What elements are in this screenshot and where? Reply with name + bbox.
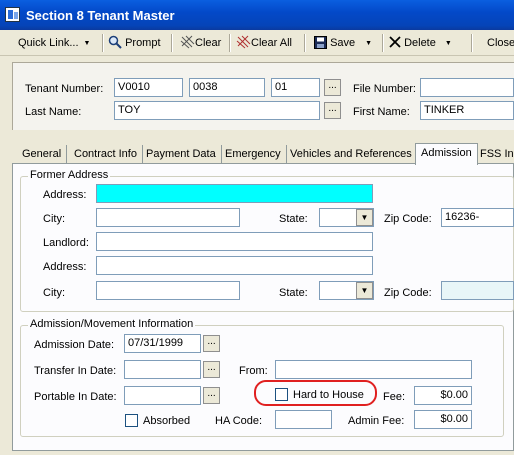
fee-field[interactable]: $0.00 (414, 386, 472, 405)
clear-button[interactable]: Clear (180, 35, 221, 51)
landlord-address-label: Address: (43, 261, 87, 273)
admin-fee-label: Admin Fee: (348, 415, 405, 427)
state-dropdown-icon[interactable]: ▼ (356, 209, 373, 226)
admin-fee-field[interactable]: $0.00 (414, 410, 472, 429)
toolbar-separator (102, 34, 103, 52)
address-label: Address: (43, 189, 87, 201)
last-name-lookup-button[interactable]: ... (324, 102, 341, 119)
hard-to-house-label: Hard to House (293, 389, 364, 401)
chevron-down-icon: ▼ (83, 40, 91, 47)
tenant-number-label: Tenant Number: (25, 83, 104, 95)
app-icon (5, 7, 20, 22)
delete-label: Delete (404, 37, 436, 49)
close-label: Close (487, 37, 514, 49)
ha-code-label: HA Code: (215, 415, 263, 427)
admission-date-label: Admission Date: (34, 339, 115, 351)
prompt-button[interactable]: Prompt (108, 35, 161, 51)
former-address-legend: Former Address (28, 169, 111, 181)
quick-link-label: Quick Link... (18, 37, 79, 49)
toolbar-separator (171, 34, 172, 52)
toolbar-separator (471, 34, 472, 52)
tenant-number-field-1[interactable]: V0010 (114, 78, 183, 97)
last-name-field[interactable]: TOY (114, 101, 320, 120)
first-name-field[interactable]: TINKER (420, 101, 514, 120)
landlord-address-field[interactable] (96, 256, 373, 275)
transfer-in-date-label: Transfer In Date: (34, 365, 117, 377)
delete-button[interactable]: Delete ▼ (389, 35, 452, 51)
toolbar-separator (304, 34, 305, 52)
from-field[interactable] (275, 360, 472, 379)
tab-emergency[interactable]: Emergency (220, 145, 287, 164)
first-name-label: First Name: (353, 106, 410, 118)
floppy-disk-icon (314, 36, 327, 49)
admission-movement-legend: Admission/Movement Information (28, 318, 196, 330)
from-label: From: (239, 365, 268, 377)
clear-all-button[interactable]: Clear All (236, 35, 292, 51)
landlord-city-field[interactable] (96, 281, 240, 300)
landlord-state-label: State: (279, 287, 308, 299)
save-label: Save (330, 37, 356, 49)
zip-code-label: Zip Code: (384, 213, 432, 225)
admission-date-picker-button[interactable]: ... (203, 335, 220, 352)
delete-x-icon (389, 36, 401, 48)
tab-general[interactable]: General (17, 145, 68, 164)
chevron-down-icon: ▼ (444, 40, 452, 47)
tab-contract-info[interactable]: Contract Info (69, 145, 143, 164)
landlord-city-label: City: (43, 287, 65, 299)
tab-fss[interactable]: FSS In (475, 145, 514, 164)
file-number-field[interactable] (420, 78, 514, 97)
city-field[interactable] (96, 208, 240, 227)
landlord-field[interactable] (96, 232, 373, 251)
landlord-zip-code-label: Zip Code: (384, 287, 432, 299)
absorbed-checkbox[interactable] (125, 414, 138, 427)
admission-date-field[interactable]: 07/31/1999 (124, 334, 201, 353)
landlord-label: Landlord: (43, 237, 89, 249)
transfer-in-date-picker-button[interactable]: ... (203, 361, 220, 378)
landlord-zip-code-field[interactable] (441, 281, 514, 300)
fee-label: Fee: (383, 391, 406, 403)
portable-in-date-picker-button[interactable]: ... (203, 387, 220, 404)
last-name-label: Last Name: (25, 106, 82, 118)
broom-icon (180, 35, 195, 49)
ha-code-field[interactable] (275, 410, 332, 429)
window-title: Section 8 Tenant Master (26, 8, 175, 23)
save-button[interactable]: Save ▼ (314, 35, 372, 51)
prompt-label: Prompt (125, 37, 161, 49)
city-label: City: (43, 213, 65, 225)
tab-vehicles-and-references[interactable]: Vehicles and References (285, 145, 418, 164)
chevron-down-icon: ▼ (365, 40, 373, 47)
tenant-lookup-button[interactable]: ... (324, 79, 341, 96)
landlord-state-dropdown-icon[interactable]: ▼ (356, 282, 373, 299)
state-label: State: (279, 213, 308, 225)
tenant-number-field-3[interactable]: 01 (271, 78, 320, 97)
toolbar: Quick Link... ▼ Prompt Clear Clear All Sa… (0, 30, 514, 56)
clear-all-label: Clear All (251, 37, 292, 49)
toolbar-separator (229, 34, 230, 52)
zip-code-field[interactable]: 16236- (441, 208, 514, 227)
tab-admission[interactable]: Admission (415, 143, 478, 165)
window-bottom-edge (0, 451, 514, 455)
close-button[interactable]: Close (487, 35, 514, 51)
transfer-in-date-field[interactable] (124, 360, 201, 379)
tab-strip: General Contract Info Payment Data Emerg… (12, 143, 514, 165)
portable-in-date-field[interactable] (124, 386, 201, 405)
file-number-label: File Number: (353, 83, 416, 95)
magnifier-icon (108, 35, 122, 49)
clear-label: Clear (195, 37, 222, 49)
broom-red-icon (236, 35, 251, 49)
tenant-number-field-2[interactable]: 0038 (189, 78, 265, 97)
quick-link-button[interactable]: Quick Link... ▼ (18, 35, 90, 51)
hard-to-house-checkbox[interactable] (275, 388, 288, 401)
address-field[interactable] (96, 184, 373, 203)
absorbed-label: Absorbed (143, 415, 191, 427)
toolbar-separator (382, 34, 383, 52)
tab-payment-data[interactable]: Payment Data (141, 145, 222, 164)
portable-in-date-label: Portable In Date: (34, 391, 117, 403)
title-bar: Section 8 Tenant Master (0, 0, 514, 30)
